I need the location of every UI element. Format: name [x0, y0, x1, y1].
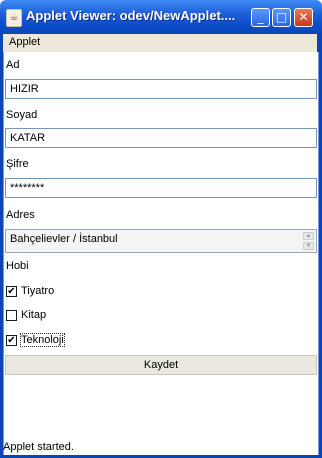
checkbox-box[interactable] — [6, 310, 17, 321]
scroll-down-icon[interactable]: ▼ — [303, 242, 314, 250]
hobi-label: Hobi — [6, 260, 29, 272]
soyad-label: Soyad — [6, 109, 38, 121]
checkbox-label: Kitap — [21, 309, 47, 321]
checkbox-box[interactable]: ✔ — [6, 286, 17, 297]
window-title: Applet Viewer: odev/NewApplet.... — [26, 8, 236, 23]
ad-label: Ad — [6, 59, 20, 71]
checkbox-label: Teknoloji — [20, 333, 65, 347]
sifre-label: Şifre — [6, 158, 29, 170]
close-button[interactable]: ✕ — [294, 8, 313, 27]
minimize-button[interactable]: _ — [251, 8, 270, 27]
checkbox-box[interactable]: ✔ — [6, 335, 17, 346]
applet-viewer-window: ☕ Applet Viewer: odev/NewApplet.... _ □ … — [0, 0, 322, 458]
adres-value: Bahçelievler / İstanbul — [10, 233, 118, 245]
title-bar[interactable]: ☕ Applet Viewer: odev/NewApplet.... _ □ … — [0, 0, 322, 34]
adres-textarea[interactable]: Bahçelievler / İstanbul ▲ ▼ — [5, 229, 317, 253]
menu-bar: Applet — [0, 34, 322, 53]
maximize-button[interactable]: □ — [272, 8, 291, 27]
checkbox-label: Tiyatro — [21, 285, 55, 297]
scroll-up-icon[interactable]: ▲ — [303, 232, 314, 240]
menu-applet[interactable]: Applet — [9, 36, 40, 48]
ad-field[interactable]: HIZIR — [5, 79, 317, 99]
soyad-field[interactable]: KATAR — [5, 128, 317, 148]
sifre-field[interactable]: ******** — [5, 178, 317, 198]
applet-panel: Ad HIZIR Soyad KATAR Şifre ******** Adre… — [3, 52, 319, 457]
java-cup-icon: ☕ — [6, 9, 22, 27]
status-text: Applet started. — [3, 441, 74, 453]
kaydet-button[interactable]: Kaydet — [5, 355, 317, 375]
adres-label: Adres — [6, 209, 35, 221]
